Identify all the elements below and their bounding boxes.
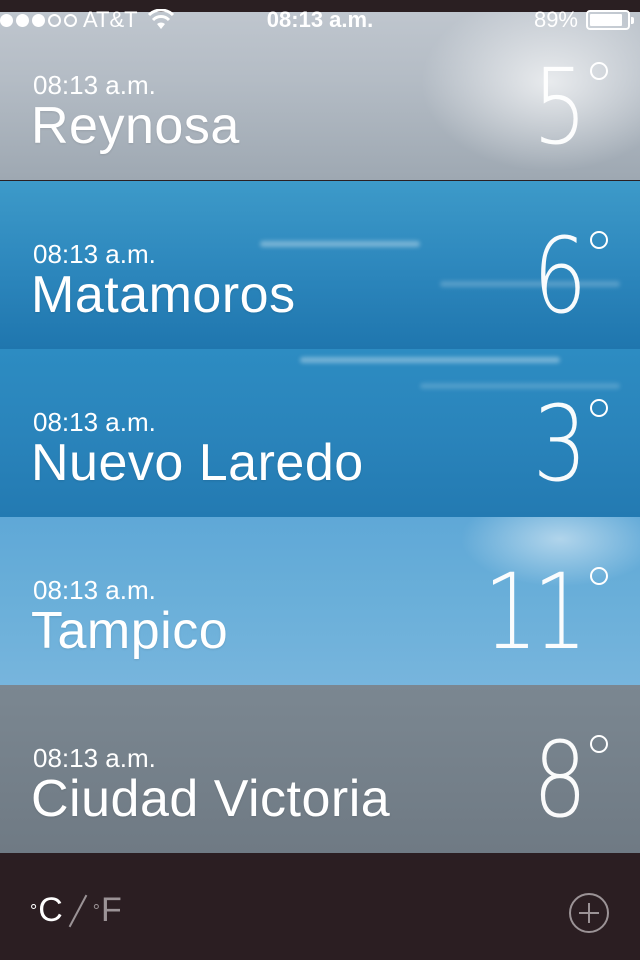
unit-separator <box>68 894 88 928</box>
city-name: Reynosa <box>31 97 240 155</box>
city-name: Ciudad Victoria <box>31 770 391 828</box>
city-temperature: 3 <box>532 383 587 505</box>
fahrenheit-label: F <box>100 891 122 929</box>
city-name: Tampico <box>31 602 229 660</box>
degree-symbol: ° <box>92 901 100 921</box>
degree-icon <box>590 399 608 417</box>
status-bar: AT&T 08:13 a.m. 89% <box>0 0 640 40</box>
city-temperature: 6 <box>532 215 587 337</box>
fahrenheit-button[interactable]: °F <box>93 891 122 930</box>
celsius-button[interactable]: °C <box>30 891 63 930</box>
city-temperature: 8 <box>532 719 587 841</box>
degree-icon <box>590 567 608 585</box>
city-temperature: 11 <box>483 551 587 673</box>
city-temperature: 5 <box>532 46 587 168</box>
degree-symbol: ° <box>30 901 38 921</box>
footer-toolbar: °C °F <box>0 853 640 960</box>
city-name: Matamoros <box>31 266 296 324</box>
city-row-tampico[interactable]: 08:13 a.m. Tampico 11 <box>0 517 640 685</box>
battery-percent: 89% <box>533 7 578 32</box>
city-row-matamoros[interactable]: 08:13 a.m. Matamoros 6 <box>0 181 640 349</box>
unit-toggle[interactable]: °C °F <box>30 891 122 930</box>
degree-icon <box>590 231 608 249</box>
degree-icon <box>590 62 608 80</box>
celsius-label: C <box>38 891 63 929</box>
battery-icon <box>586 10 634 30</box>
degree-icon <box>590 735 608 753</box>
city-row-nuevo-laredo[interactable]: 08:13 a.m. Nuevo Laredo 3 <box>0 349 640 517</box>
battery-group: 89% <box>533 7 634 33</box>
city-row-ciudad-victoria[interactable]: 08:13 a.m. Ciudad Victoria 8 <box>0 685 640 853</box>
add-city-button[interactable] <box>569 893 609 933</box>
city-name: Nuevo Laredo <box>31 434 364 492</box>
